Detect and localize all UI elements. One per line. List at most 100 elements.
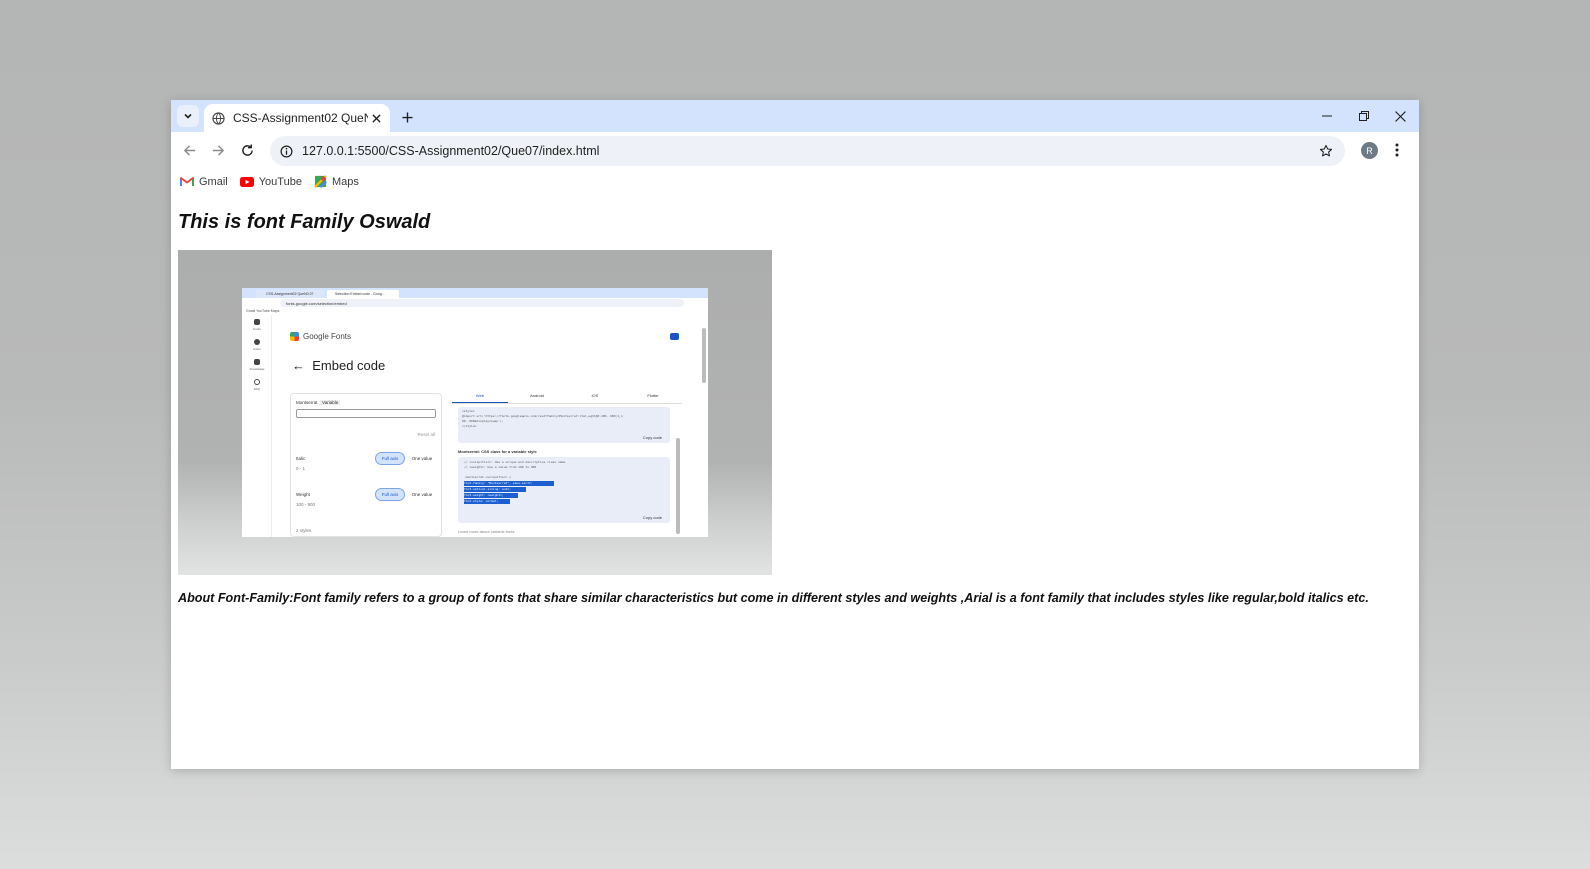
reload-button[interactable] bbox=[233, 137, 261, 165]
highlighted-code-line: font-style: normal; bbox=[464, 499, 510, 504]
bookmark-label: YouTube bbox=[258, 175, 302, 188]
highlighted-code-line: font-weight: <weight>; bbox=[464, 493, 518, 498]
embed-title-text: Embed code bbox=[312, 358, 386, 373]
minimize-icon bbox=[1321, 115, 1332, 117]
bookmark-label: Gmail bbox=[199, 175, 228, 188]
code-line: </style> bbox=[462, 424, 477, 428]
site-info-button[interactable] bbox=[276, 141, 296, 161]
mini-sidebar-label: Fonts bbox=[253, 327, 261, 331]
italic-range: 0 - 1 bbox=[296, 466, 306, 471]
bookmark-label: Maps bbox=[331, 175, 359, 188]
title-bar: CSS-Assignment02 QueN0.07 bbox=[171, 100, 1419, 132]
copy-code-button: Copy code bbox=[642, 515, 662, 520]
address-bar[interactable]: 127.0.0.1:5500/CSS-Assignment02/Que07/in… bbox=[270, 136, 1345, 166]
weight-label: Weight bbox=[296, 492, 310, 497]
close-icon bbox=[1395, 110, 1406, 122]
learn-more-link: Learn more about variable fonts bbox=[458, 529, 515, 534]
bookmarks-bar: Gmail YouTube Maps bbox=[171, 169, 1419, 194]
mini-sidebar-label: Knowledge bbox=[249, 367, 265, 371]
mini-sidebar-item: FAQ bbox=[242, 375, 272, 395]
restore-button[interactable] bbox=[1345, 100, 1382, 132]
mini-tab: CSS-Assignment02 QueN0.07 bbox=[256, 290, 324, 298]
code-line: .montserrat-<uniquifier> { bbox=[464, 475, 511, 479]
styles-count: 2 styles bbox=[296, 528, 312, 533]
mini-tab-strip: CSS-Assignment02 QueN0.07 Selection Embe… bbox=[242, 288, 708, 298]
tab-flutter: Flutter bbox=[647, 393, 659, 398]
browser-menu-button[interactable] bbox=[1387, 140, 1407, 160]
chevron-down-icon bbox=[184, 113, 192, 119]
reset-all: Reset all bbox=[417, 432, 435, 437]
mini-edit-icon bbox=[670, 333, 679, 340]
tab-title: CSS-Assignment02 QueN0.07 bbox=[233, 111, 368, 125]
back-button[interactable] bbox=[175, 137, 203, 165]
page-heading: This is font Family Oswald bbox=[178, 211, 431, 233]
highlighted-code-line: font-family: "Montserrat", sans-serif; bbox=[464, 481, 554, 486]
mini-sidebar-item: Knowledge bbox=[242, 355, 272, 375]
mini-scrollbar bbox=[702, 328, 706, 383]
arrow-left-icon bbox=[183, 145, 195, 156]
mini-sidebar-label: FAQ bbox=[253, 387, 260, 391]
browser-toolbar: 127.0.0.1:5500/CSS-Assignment02/Que07/in… bbox=[171, 132, 1419, 169]
reload-icon bbox=[241, 144, 253, 156]
close-icon bbox=[371, 113, 381, 123]
mini-panel-scrollbar bbox=[676, 438, 680, 534]
mini-bookmarks: Gmail YouTube Maps bbox=[246, 309, 280, 313]
forward-button[interactable] bbox=[204, 137, 232, 165]
browser-window: CSS-Assignment02 QueN0.07 bbox=[171, 100, 1419, 769]
preview-glyph-row bbox=[296, 409, 436, 418]
mini-tab-active: Selection Embed code - Goog... bbox=[327, 290, 399, 298]
import-code-box: <style> @import url('https://fonts.googl… bbox=[458, 407, 670, 443]
mini-sidebar-label: Icons bbox=[253, 347, 261, 351]
brand-text: Google Fonts bbox=[303, 332, 352, 341]
tab-web: Web bbox=[452, 393, 508, 403]
url-text: 127.0.0.1:5500/CSS-Assignment02/Que07/in… bbox=[302, 144, 600, 158]
weight-range: 100 - 900 bbox=[296, 502, 316, 507]
mini-url: fonts.google.com/selection/embed bbox=[280, 299, 684, 307]
arrow-right-icon bbox=[212, 145, 224, 156]
minimize-button[interactable] bbox=[1308, 100, 1345, 132]
google-fonts-logo-icon bbox=[290, 332, 299, 341]
profile-avatar[interactable]: R bbox=[1361, 142, 1378, 159]
platform-tabs: Web Android iOS Flutter bbox=[452, 393, 682, 404]
variable-badge: Variable bbox=[320, 400, 341, 405]
bookmark-youtube[interactable]: YouTube bbox=[239, 175, 302, 188]
code-panel: Web Android iOS Flutter <style> @import … bbox=[452, 393, 682, 537]
italic-one-value: One value bbox=[411, 456, 433, 461]
star-icon bbox=[1319, 144, 1333, 157]
about-paragraph: About Font-Family:Font family refers to … bbox=[178, 591, 1369, 605]
font-settings-panel: Montserrat Variable Reset all Italic 0 -… bbox=[290, 393, 442, 537]
bookmark-maps[interactable]: Maps bbox=[314, 175, 359, 188]
globe-icon bbox=[212, 111, 225, 125]
italic-full-axis: Full axis bbox=[375, 452, 405, 465]
weight-full-axis: Full axis bbox=[375, 488, 405, 501]
embedded-screenshot-image: CSS-Assignment02 QueN0.07 Selection Embe… bbox=[178, 250, 772, 575]
font-name-row: Montserrat Variable bbox=[296, 400, 341, 405]
copy-code-button: Copy code bbox=[642, 435, 662, 440]
bookmark-star-button[interactable] bbox=[1313, 138, 1339, 164]
new-tab-button[interactable] bbox=[397, 107, 417, 127]
mini-sidebar: Fonts Icons Knowledge FAQ bbox=[242, 315, 272, 537]
more-vert-icon bbox=[1395, 143, 1399, 157]
font-name: Montserrat bbox=[296, 400, 318, 405]
tab-close-button[interactable] bbox=[368, 110, 384, 126]
restore-icon bbox=[1358, 111, 1369, 121]
class-code-box: // <uniquifier>: Use a unique and descri… bbox=[458, 457, 670, 523]
youtube-icon bbox=[239, 176, 254, 187]
italic-label: Italic bbox=[296, 456, 306, 461]
bookmark-gmail[interactable]: Gmail bbox=[180, 176, 228, 188]
mini-sidebar-item: Icons bbox=[242, 335, 272, 355]
mini-toolbar: fonts.google.com/selection/embed bbox=[242, 298, 708, 308]
tab-active[interactable]: CSS-Assignment02 QueN0.07 bbox=[204, 104, 390, 132]
window-controls bbox=[1308, 100, 1419, 132]
google-fonts-brand: Google Fonts bbox=[290, 332, 351, 341]
plus-icon bbox=[401, 111, 413, 123]
maps-icon bbox=[314, 175, 327, 188]
tab-android: Android bbox=[530, 393, 544, 398]
info-icon bbox=[280, 145, 292, 157]
mini-sidebar-item: Fonts bbox=[242, 315, 272, 335]
close-window-button[interactable] bbox=[1382, 100, 1419, 132]
css-class-heading: Montserrat: CSS class for a variable sty… bbox=[458, 449, 537, 454]
mini-browser: CSS-Assignment02 QueN0.07 Selection Embe… bbox=[242, 288, 708, 537]
highlighted-code-line: font-optical-sizing: auto; bbox=[464, 487, 526, 492]
tab-search-button[interactable] bbox=[177, 105, 199, 127]
